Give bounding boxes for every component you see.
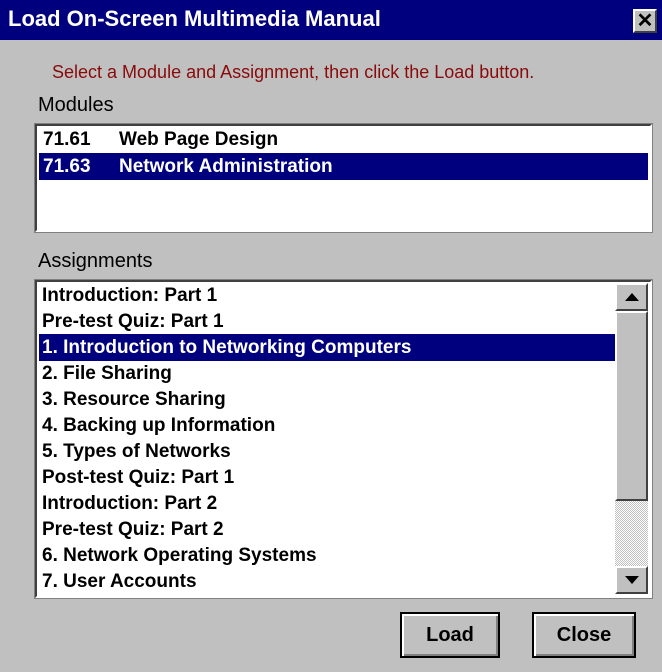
- module-item[interactable]: 71.63 Network Administration: [39, 153, 648, 180]
- arrow-up-icon: [624, 293, 639, 301]
- module-name: Network Administration: [119, 156, 333, 177]
- assignments-label: Assignments: [38, 250, 153, 272]
- assignment-text: 3. Resource Sharing: [42, 389, 226, 410]
- assignment-item[interactable]: 6. Network Operating Systems: [39, 542, 615, 569]
- window-title: Load On-Screen Multimedia Manual: [8, 6, 381, 31]
- instruction-text: Select a Module and Assignment, then cli…: [52, 62, 535, 82]
- modules-listbox[interactable]: 71.61 Web Page Design 71.63 Network Admi…: [34, 123, 653, 233]
- load-button[interactable]: Load: [400, 612, 500, 658]
- assignment-item[interactable]: 4. Backing up Information: [39, 412, 615, 439]
- scroll-down-button[interactable]: [615, 566, 648, 594]
- assignments-scrollbar[interactable]: [615, 283, 648, 594]
- module-name: Web Page Design: [119, 129, 279, 150]
- module-code: 71.61: [43, 129, 91, 150]
- arrow-down-icon: [624, 576, 639, 584]
- scrollbar-thumb[interactable]: [615, 311, 648, 501]
- assignment-text: Pre-test Quiz: Part 1: [42, 311, 224, 332]
- assignment-item[interactable]: Introduction: Part 2: [39, 490, 615, 517]
- assignment-text: Post-test Quiz: Part 1: [42, 467, 235, 488]
- assignment-item[interactable]: Introduction: Part 1: [39, 282, 615, 309]
- assignment-item[interactable]: Post-test Quiz: Part 1: [39, 464, 615, 491]
- assignments-listbox[interactable]: Introduction: Part 1 Pre-test Quiz: Part…: [34, 279, 653, 599]
- assignment-text: 5. Types of Networks: [42, 441, 231, 462]
- close-icon: ✕: [636, 10, 654, 32]
- scroll-up-button[interactable]: [615, 283, 648, 311]
- close-button[interactable]: Close: [532, 612, 636, 658]
- assignment-text: 1. Introduction to Networking Computers: [42, 337, 412, 358]
- window-close-button[interactable]: ✕: [633, 9, 657, 33]
- module-code: 71.63: [43, 156, 91, 177]
- assignment-text: 7. User Accounts: [42, 571, 197, 592]
- assignment-item[interactable]: Pre-test Quiz: Part 1: [39, 308, 615, 335]
- module-item[interactable]: 71.61 Web Page Design: [39, 126, 648, 153]
- assignment-text: 4. Backing up Information: [42, 415, 276, 436]
- assignment-text: Introduction: Part 2: [42, 493, 218, 514]
- assignment-item[interactable]: 5. Types of Networks: [39, 438, 615, 465]
- assignment-text: Pre-test Quiz: Part 2: [42, 519, 224, 540]
- assignment-text: Introduction: Part 1: [42, 285, 218, 306]
- assignment-item[interactable]: 7. User Accounts: [39, 568, 615, 595]
- assignment-text: 2. File Sharing: [42, 363, 172, 384]
- assignment-item[interactable]: 2. File Sharing: [39, 360, 615, 387]
- assignment-item[interactable]: 3. Resource Sharing: [39, 386, 615, 413]
- assignment-text: 6. Network Operating Systems: [42, 545, 317, 566]
- assignment-item[interactable]: 1. Introduction to Networking Computers: [39, 334, 615, 361]
- title-bar: Load On-Screen Multimedia Manual ✕: [0, 0, 662, 40]
- modules-label: Modules: [38, 94, 114, 116]
- assignment-item[interactable]: Pre-test Quiz: Part 2: [39, 516, 615, 543]
